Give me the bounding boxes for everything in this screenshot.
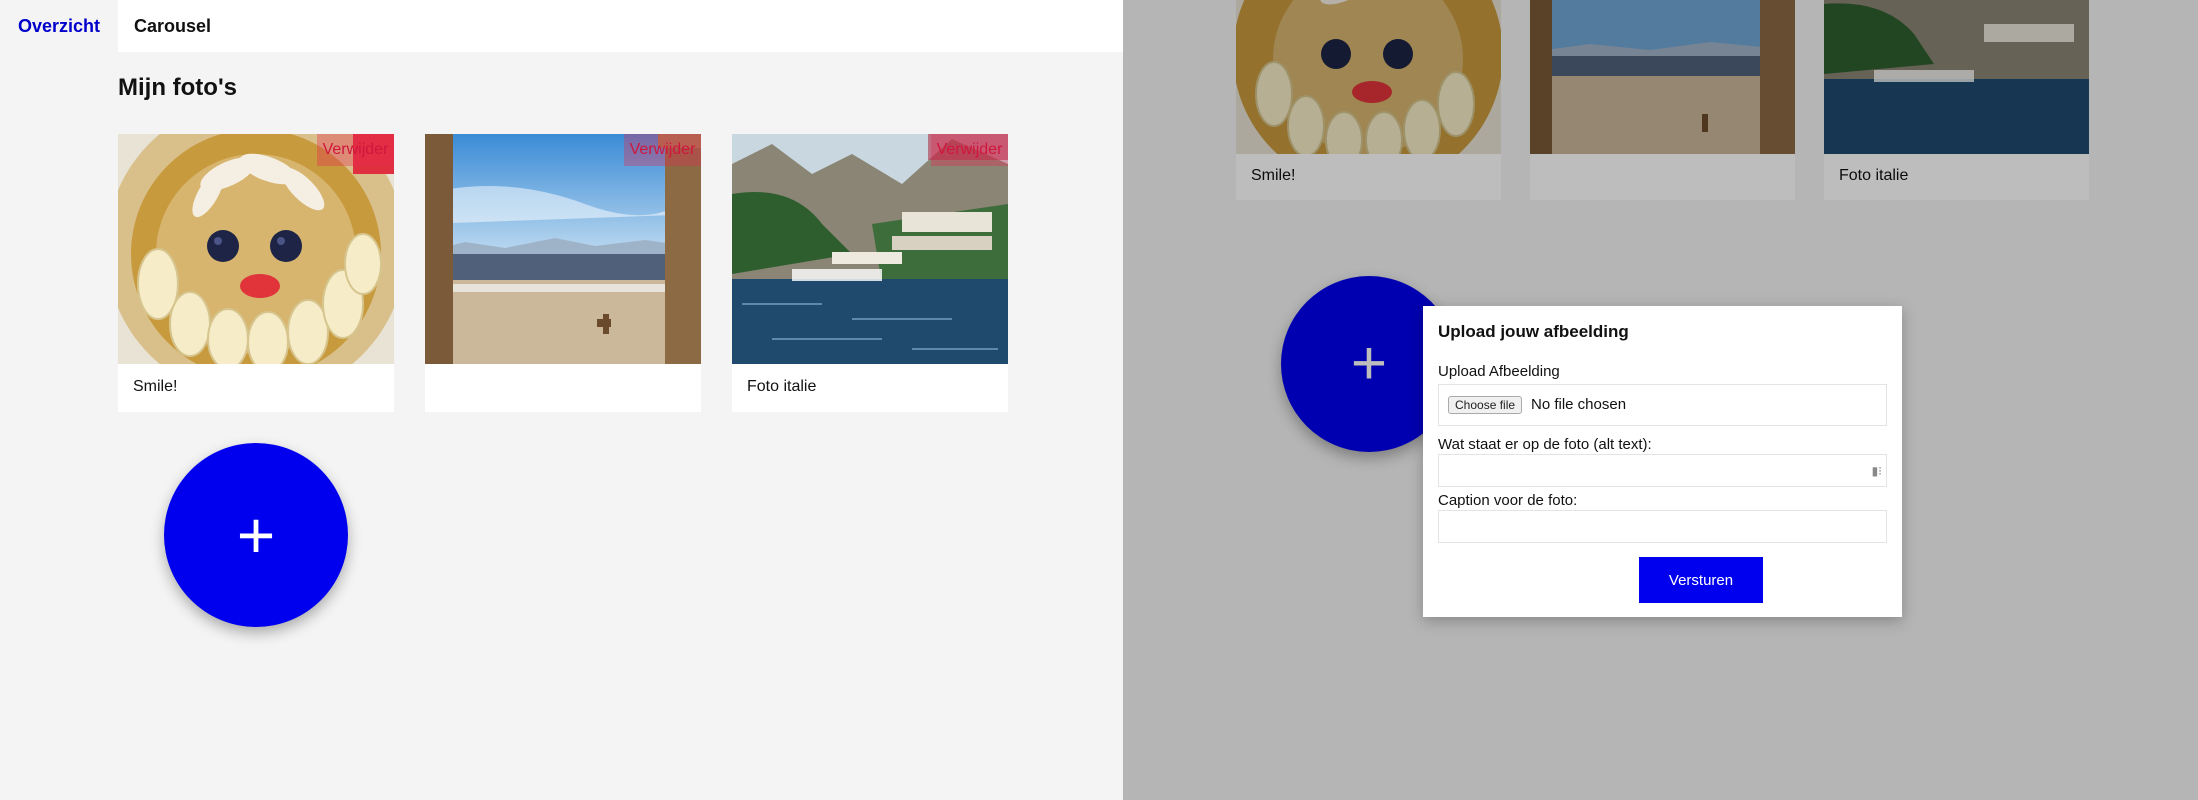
caption-input[interactable] — [1438, 510, 1887, 543]
keyboard-icon: ▮⁝ — [1871, 464, 1882, 478]
top-nav: Overzicht Carousel — [0, 0, 1123, 52]
alt-text-label: Wat staat er op de foto (alt text): — [1438, 436, 1652, 453]
tab-overzicht[interactable]: Overzicht — [0, 0, 119, 52]
file-upload-field[interactable]: Choose file No file chosen — [1438, 384, 1887, 426]
modal-title: Upload jouw afbeelding — [1438, 322, 1629, 341]
photo-caption: Foto italie — [747, 378, 817, 395]
overview-screen: Overzicht Carousel Mijn foto's Verwijder… — [0, 0, 1123, 800]
alt-text-input[interactable]: ▮⁝ — [1438, 454, 1887, 487]
plus-icon: + — [236, 498, 276, 572]
photo-italian-coast — [732, 134, 1008, 364]
delete-button[interactable]: Verwijder — [624, 134, 701, 166]
tab-carousel[interactable]: Carousel — [118, 0, 229, 52]
photo-card: Verwijder — [425, 134, 701, 412]
page-title: Mijn foto's — [118, 74, 238, 101]
photo-card: Verwijder Smile! — [118, 134, 394, 412]
submit-button[interactable]: Versturen — [1639, 557, 1763, 603]
add-photo-button[interactable]: + — [164, 443, 348, 627]
delete-button[interactable]: Verwijder — [317, 134, 394, 166]
caption-label: Caption voor de foto: — [1438, 492, 1578, 509]
photo-acai-bowl — [118, 134, 394, 364]
choose-file-button[interactable]: Choose file — [1448, 396, 1523, 414]
photo-card: Verwijder Foto italie — [732, 134, 1008, 412]
photo-coastal-pillars — [425, 134, 701, 364]
file-status-text: No file chosen — [1531, 396, 1627, 413]
delete-button[interactable]: Verwijder — [931, 134, 1008, 166]
file-upload-label: Upload Afbeelding — [1438, 363, 1560, 380]
upload-modal: Upload jouw afbeelding Upload Afbeelding… — [1423, 306, 1902, 617]
photo-caption: Smile! — [133, 378, 178, 395]
